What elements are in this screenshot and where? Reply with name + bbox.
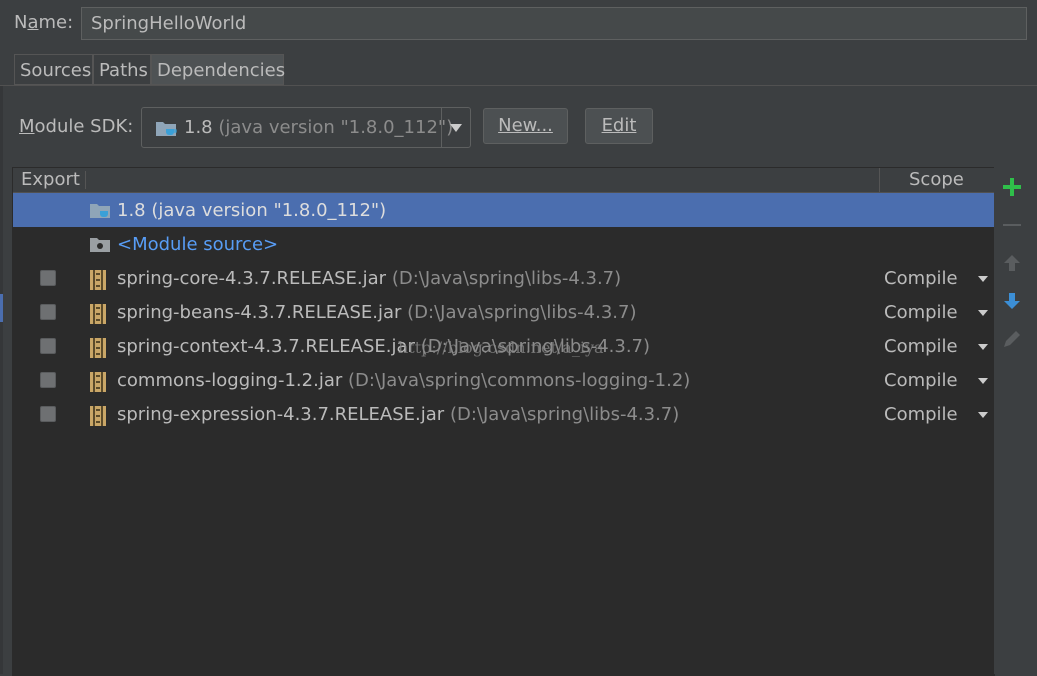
table-row[interactable]: spring-expression-4.3.7.RELEASE.jar (D:\… <box>13 397 994 431</box>
name-input[interactable] <box>81 7 1027 40</box>
module-folder-icon <box>89 235 113 260</box>
jar-icon <box>89 405 107 432</box>
table-row[interactable]: commons-logging-1.2.jar (D:\Java\spring\… <box>13 363 994 397</box>
add-icon[interactable] <box>1000 175 1024 199</box>
edit-sdk-button[interactable]: Edit <box>585 108 653 144</box>
jar-icon <box>89 303 107 330</box>
chevron-down-icon[interactable] <box>978 412 988 418</box>
header-scope[interactable]: Scope <box>909 169 964 190</box>
dependencies-toolbar <box>994 167 1037 674</box>
tab-divider <box>0 85 1037 86</box>
tab-sources[interactable]: Sources <box>14 54 93 85</box>
module-sdk-select[interactable]: 1.8 (java version "1.8.0_112") <box>141 107 471 148</box>
export-checkbox[interactable] <box>40 270 56 286</box>
tab-paths[interactable]: Paths <box>93 54 151 85</box>
dependencies-table[interactable]: Export Scope 1.8 (java version "1.8.0_11… <box>12 167 995 676</box>
jar-icon <box>89 371 107 398</box>
export-checkbox[interactable] <box>40 304 56 320</box>
chevron-down-icon[interactable] <box>978 378 988 384</box>
scope-select[interactable]: Compile <box>884 268 958 289</box>
edit-icon[interactable] <box>1000 327 1024 351</box>
left-edge <box>0 86 3 674</box>
chevron-down-icon[interactable] <box>978 344 988 350</box>
row-name: spring-expression-4.3.7.RELEASE.jar (D:\… <box>117 404 680 425</box>
watermark: http://blog.csdn.net/a_iya <box>398 338 604 357</box>
move-up-icon[interactable] <box>1000 251 1024 275</box>
module-sdk-label: Module SDK: <box>19 116 134 137</box>
table-header: Export Scope <box>13 168 994 193</box>
table-row[interactable]: spring-beans-4.3.7.RELEASE.jar (D:\Java\… <box>13 295 994 329</box>
table-row-sdk[interactable]: 1.8 (java version "1.8.0_112") <box>13 193 994 227</box>
table-row-module-source[interactable]: <Module source> <box>13 227 994 261</box>
tab-dependencies[interactable]: Dependencies <box>151 54 285 85</box>
header-export[interactable]: Export <box>21 169 80 190</box>
scope-select[interactable]: Compile <box>884 370 958 391</box>
row-name: commons-logging-1.2.jar (D:\Java\spring\… <box>117 370 691 391</box>
chevron-down-icon[interactable] <box>441 108 470 147</box>
row-name: 1.8 (java version "1.8.0_112") <box>117 200 387 221</box>
remove-icon[interactable] <box>1000 213 1024 237</box>
header-separator <box>879 168 880 192</box>
row-name: <Module source> <box>117 234 279 255</box>
sdk-folder-icon <box>89 201 113 226</box>
table-row[interactable]: spring-core-4.3.7.RELEASE.jar (D:\Java\s… <box>13 261 994 295</box>
sdk-folder-icon <box>155 119 179 144</box>
move-down-icon[interactable] <box>1000 289 1024 313</box>
export-checkbox[interactable] <box>40 372 56 388</box>
row-name: spring-core-4.3.7.RELEASE.jar (D:\Java\s… <box>117 268 622 289</box>
left-selection-marker <box>0 294 3 322</box>
new-sdk-button[interactable]: New... <box>483 108 568 144</box>
scope-select[interactable]: Compile <box>884 302 958 323</box>
export-checkbox[interactable] <box>40 338 56 354</box>
jar-icon <box>89 337 107 364</box>
jar-icon <box>89 269 107 296</box>
scope-select[interactable]: Compile <box>884 404 958 425</box>
scope-select[interactable]: Compile <box>884 336 958 357</box>
chevron-down-icon[interactable] <box>978 276 988 282</box>
name-label: Name: <box>14 12 74 33</box>
header-separator <box>85 171 86 189</box>
chevron-down-icon[interactable] <box>978 310 988 316</box>
export-checkbox[interactable] <box>40 406 56 422</box>
sdk-selected-value: 1.8 (java version "1.8.0_112") <box>184 117 454 138</box>
row-name: spring-beans-4.3.7.RELEASE.jar (D:\Java\… <box>117 302 637 323</box>
